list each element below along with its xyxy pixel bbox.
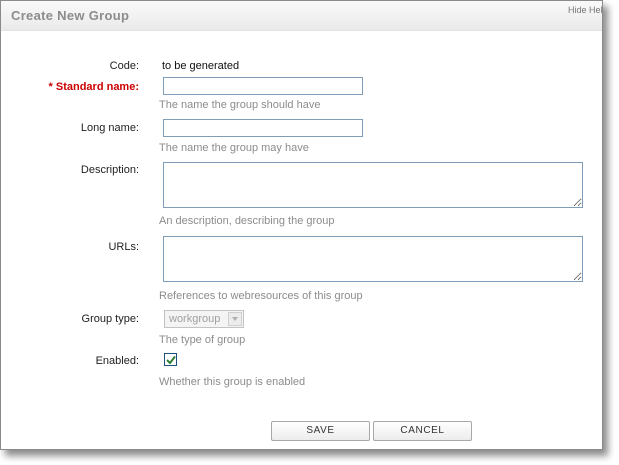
dialog-titlebar: Create New Group Hide Help [1,1,602,31]
description-textarea[interactable] [163,162,583,208]
standard-name-label: * Standard name: [48,81,139,93]
long-name-hint: The name the group may have [159,142,309,154]
enabled-hint: Whether this group is enabled [159,376,306,388]
hide-help-link[interactable]: Hide Help [568,5,602,15]
checkmark-icon [166,355,176,365]
chevron-down-icon [228,312,242,326]
urls-label: URLs: [108,241,139,253]
standard-name-hint: The name the group should have [159,99,321,111]
save-button[interactable]: SAVE [271,421,370,441]
urls-textarea[interactable] [163,236,583,282]
group-type-selected-value: workgroup [169,313,221,325]
group-type-hint: The type of group [159,334,246,346]
long-name-label: Long name: [80,122,139,134]
description-label: Description: [80,164,139,176]
dialog-title: Create New Group [11,8,130,23]
standard-name-input[interactable] [163,77,363,95]
description-hint: An description, describing the group [159,215,335,227]
code-value: to be generated [162,60,240,72]
enabled-checkbox[interactable] [164,353,177,366]
group-type-select[interactable]: workgroup [164,310,244,328]
create-group-dialog: Create New Group Hide Help Code: to be g… [0,0,603,450]
group-type-label: Group type: [81,313,139,325]
long-name-input[interactable] [163,119,363,137]
urls-hint: References to webresources of this group [159,290,363,302]
code-label: Code: [109,60,139,72]
cancel-button[interactable]: CANCEL [373,421,472,441]
enabled-label: Enabled: [95,355,139,367]
